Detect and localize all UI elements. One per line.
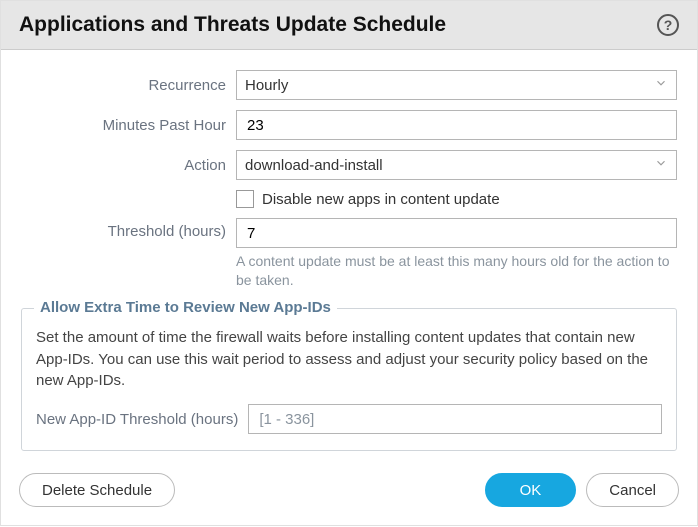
threshold-input-wrap (236, 218, 677, 248)
disable-new-apps-checkbox[interactable] (236, 190, 254, 208)
action-row: Action download-and-install (21, 150, 677, 180)
fieldset-legend: Allow Extra Time to Review New App-IDs (34, 299, 337, 316)
ok-button[interactable]: OK (485, 473, 577, 507)
recurrence-row: Recurrence Hourly (21, 70, 677, 100)
new-appid-threshold-row: New App-ID Threshold (hours) (36, 404, 662, 434)
threshold-hint: A content update must be at least this m… (236, 252, 677, 290)
chevron-down-icon (654, 156, 668, 174)
update-schedule-dialog: Applications and Threats Update Schedule… (0, 0, 698, 526)
minutes-past-hour-input-wrap (236, 110, 677, 140)
minutes-past-hour-input[interactable] (245, 116, 668, 135)
new-appid-threshold-input[interactable] (257, 410, 653, 429)
recurrence-label: Recurrence (21, 77, 236, 94)
threshold-input[interactable] (245, 224, 668, 243)
minutes-past-hour-label: Minutes Past Hour (21, 117, 236, 134)
allow-extra-time-fieldset: Allow Extra Time to Review New App-IDs S… (21, 308, 677, 451)
action-value: download-and-install (245, 157, 383, 174)
threshold-row: Threshold (hours) A content update must … (21, 218, 677, 290)
recurrence-value: Hourly (245, 77, 288, 94)
fieldset-description: Set the amount of time the firewall wait… (36, 327, 662, 392)
minutes-past-hour-row: Minutes Past Hour (21, 110, 677, 140)
threshold-label: Threshold (hours) (21, 218, 236, 240)
chevron-down-icon (654, 76, 668, 94)
cancel-button[interactable]: Cancel (586, 473, 679, 507)
titlebar: Applications and Threats Update Schedule… (1, 1, 697, 50)
dialog-title: Applications and Threats Update Schedule (19, 13, 446, 37)
help-icon[interactable]: ? (657, 14, 679, 36)
disable-new-apps-label: Disable new apps in content update (262, 191, 500, 208)
action-select[interactable]: download-and-install (236, 150, 677, 180)
dialog-body: Recurrence Hourly Minutes Past Hour Acti… (1, 50, 697, 451)
new-appid-threshold-label: New App-ID Threshold (hours) (36, 411, 238, 428)
new-appid-threshold-input-wrap (248, 404, 662, 434)
action-label: Action (21, 157, 236, 174)
delete-schedule-button[interactable]: Delete Schedule (19, 473, 175, 507)
disable-new-apps-row: Disable new apps in content update (21, 190, 677, 208)
recurrence-select[interactable]: Hourly (236, 70, 677, 100)
dialog-footer: Delete Schedule OK Cancel (1, 451, 697, 525)
